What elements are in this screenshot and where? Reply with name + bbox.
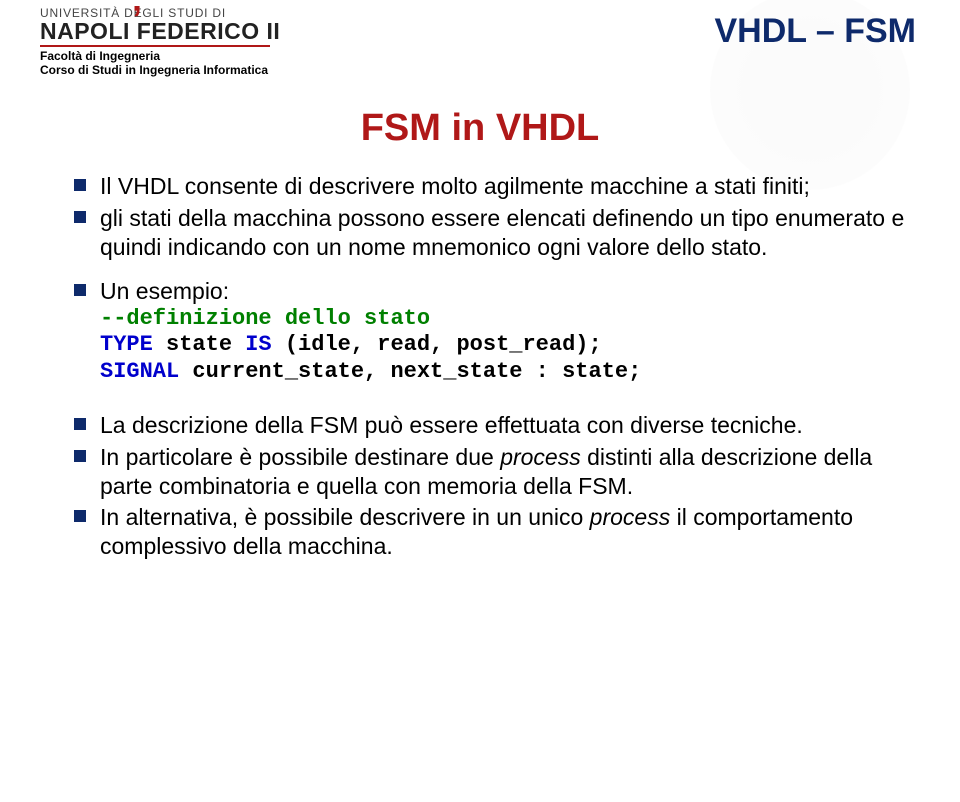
example-label: Un esempio: [100, 278, 229, 304]
closing-b2a: In particolare è possibile destinare due [100, 444, 500, 470]
intro-bullet-1: Il VHDL consente di descrivere molto agi… [74, 172, 920, 201]
university-block: ’ UNIVERSITÀ DEGLI STUDI DI NAPOLI FEDER… [40, 6, 280, 77]
code-kw-signal: SIGNAL [100, 359, 192, 384]
course-label: Corso di Studi in Ingegneria Informatica [40, 63, 280, 77]
code-line-type: TYPE state IS (idle, read, post_read); [100, 332, 920, 358]
university-line2: NAPOLI FEDERICO II [40, 20, 280, 43]
code-line-signal: SIGNAL current_state, next_state : state… [100, 359, 920, 385]
closing-b3a: In alternativa, è possibile descrivere i… [100, 504, 590, 530]
code-kw-is: IS [245, 332, 285, 357]
closing-list: La descrizione della FSM può essere effe… [40, 411, 920, 561]
example-list: Un esempio: --definizione dello stato TY… [40, 277, 920, 385]
faculty-label: Facoltà di Ingegneria [40, 49, 280, 63]
slide-content: ’ UNIVERSITÀ DEGLI STUDI DI NAPOLI FEDER… [0, 0, 960, 802]
code-txt-enum: (idle, read, post_read); [285, 332, 602, 357]
apostrophe-glyph: ’ [132, 0, 142, 40]
university-separator [40, 45, 270, 47]
closing-b3-process: process [590, 504, 671, 530]
closing-bullet-3: In alternativa, è possibile descrivere i… [74, 503, 920, 561]
code-line-comment: --definizione dello stato [100, 306, 920, 332]
code-txt-signal: current_state, next_state : state; [192, 359, 641, 384]
example-bullet: Un esempio: --definizione dello stato TY… [74, 277, 920, 385]
code-comment: --definizione dello stato [100, 306, 430, 331]
closing-bullet-1: La descrizione della FSM può essere effe… [74, 411, 920, 440]
section-title: VHDL – FSM [714, 6, 920, 51]
header-row: ’ UNIVERSITÀ DEGLI STUDI DI NAPOLI FEDER… [40, 6, 920, 77]
intro-bullet-2: gli stati della macchina possono essere … [74, 204, 920, 262]
page-title: FSM in VHDL [40, 107, 920, 150]
code-block: --definizione dello stato TYPE state IS … [100, 306, 920, 385]
code-txt-type: state [166, 332, 245, 357]
closing-b2-process: process [500, 444, 581, 470]
intro-list: Il VHDL consente di descrivere molto agi… [40, 172, 920, 261]
closing-bullet-2: In particolare è possibile destinare due… [74, 443, 920, 501]
code-kw-type: TYPE [100, 332, 166, 357]
